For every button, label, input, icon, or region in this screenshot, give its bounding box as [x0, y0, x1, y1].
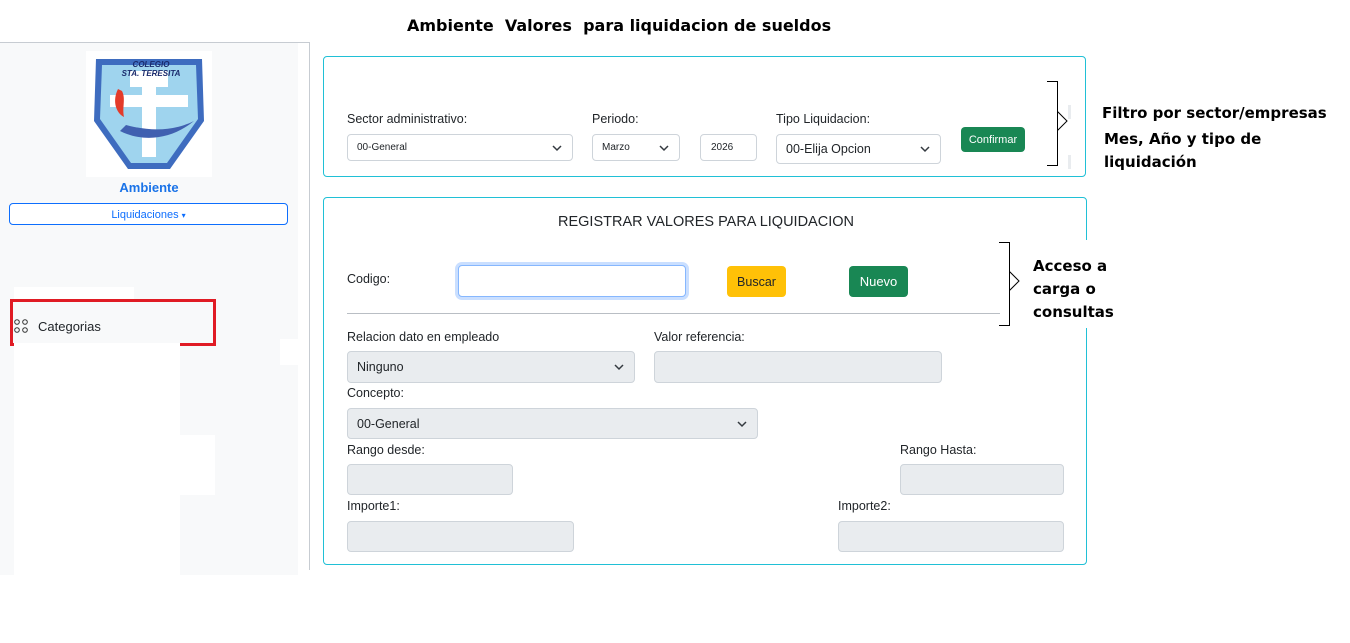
- codigo-input[interactable]: [458, 265, 686, 297]
- importe2-input[interactable]: [838, 521, 1064, 552]
- liquidaciones-dropdown-button[interactable]: Liquidaciones ▾: [9, 203, 288, 225]
- relacion-label: Relacion dato en empleado: [347, 330, 500, 344]
- page-title: Ambiente Valores para liquidacion de sue…: [407, 16, 832, 35]
- filter-annotation-line1: Filtro por sector/empresas: [1102, 104, 1327, 122]
- caret-down-icon: ▾: [181, 211, 186, 220]
- sector-label: Sector administrativo:: [347, 112, 468, 126]
- rango-hasta-input[interactable]: [900, 464, 1064, 495]
- school-logo: COLEGIO STA. TERESITA: [86, 51, 212, 177]
- concepto-select-value: 00-General: [357, 416, 420, 431]
- access-annotation-line1: Acceso a: [1033, 257, 1108, 275]
- month-select[interactable]: Marzo: [592, 134, 680, 161]
- rango-desde-label: Rango desde:: [347, 443, 425, 457]
- bracket-pointer-icon: [1057, 110, 1068, 132]
- tipo-liquidacion-value: 00-Elija Opcion: [786, 142, 871, 156]
- confirm-button[interactable]: Confirmar: [961, 127, 1025, 152]
- filter-annotation-line3: liquidación: [1104, 153, 1197, 171]
- chevron-down-icon: [920, 146, 930, 153]
- rango-hasta-label: Rango Hasta:: [900, 443, 977, 457]
- chevron-down-icon: [614, 364, 624, 371]
- importe2-label: Importe2:: [838, 499, 891, 513]
- sidebar-patch: [180, 435, 215, 495]
- month-select-value: Marzo: [602, 142, 630, 153]
- sidebar-patch: [14, 343, 180, 575]
- chevron-down-icon: [737, 420, 747, 427]
- year-input[interactable]: 2026: [700, 134, 757, 161]
- access-annotation-line2: carga o: [1033, 280, 1096, 298]
- bracket-pointer-icon: [1009, 270, 1020, 292]
- relacion-select[interactable]: Ninguno: [347, 351, 635, 383]
- logo-text-line1: COLEGIO: [132, 60, 170, 69]
- highlight-box: [10, 299, 216, 346]
- liquidaciones-dropdown-label: Liquidaciones: [111, 209, 179, 221]
- concepto-select[interactable]: 00-General: [347, 408, 758, 439]
- register-title: REGISTRAR VALORES PARA LIQUIDACION: [558, 214, 854, 230]
- sidebar: COLEGIO STA. TERESITA Ambiente Liquidaci…: [0, 42, 310, 575]
- tipo-liquidacion-select[interactable]: 00-Elija Opcion: [776, 134, 941, 164]
- chevron-down-icon: [552, 144, 562, 151]
- environment-label: Ambiente: [119, 180, 179, 195]
- relacion-select-value: Ninguno: [357, 360, 404, 374]
- sector-select[interactable]: 00-General: [347, 134, 573, 161]
- importe1-label: Importe1:: [347, 499, 400, 513]
- register-panel: REGISTRAR VALORES PARA LIQUIDACION Codig…: [323, 197, 1087, 565]
- concepto-label: Concepto:: [347, 386, 404, 400]
- importe1-input[interactable]: [347, 521, 574, 552]
- valor-referencia-label: Valor referencia:: [654, 330, 745, 344]
- year-input-value: 2026: [711, 142, 734, 153]
- periodo-label: Periodo:: [592, 112, 639, 126]
- logo-text-line2: STA. TERESITA: [121, 69, 181, 78]
- chevron-down-icon: [659, 144, 669, 151]
- buscar-button[interactable]: Buscar: [727, 266, 786, 297]
- valor-referencia-input[interactable]: [654, 351, 942, 383]
- panel-edge-mark: [1068, 155, 1071, 169]
- sidebar-patch: [280, 339, 298, 365]
- codigo-label: Codigo:: [347, 272, 391, 286]
- rango-desde-input[interactable]: [347, 464, 513, 495]
- filter-annotation-line2: Mes, Año y tipo de: [1104, 130, 1262, 148]
- divider: [347, 313, 1065, 314]
- nuevo-button[interactable]: Nuevo: [849, 266, 908, 297]
- tipo-liquidacion-label: Tipo Liquidacion:: [776, 112, 871, 126]
- sector-select-value: 00-General: [357, 142, 408, 153]
- filter-panel: Sector administrativo: 00-General Period…: [323, 56, 1086, 177]
- access-annotation-line3: consultas: [1033, 303, 1114, 321]
- sidebar-spacer: [14, 287, 134, 299]
